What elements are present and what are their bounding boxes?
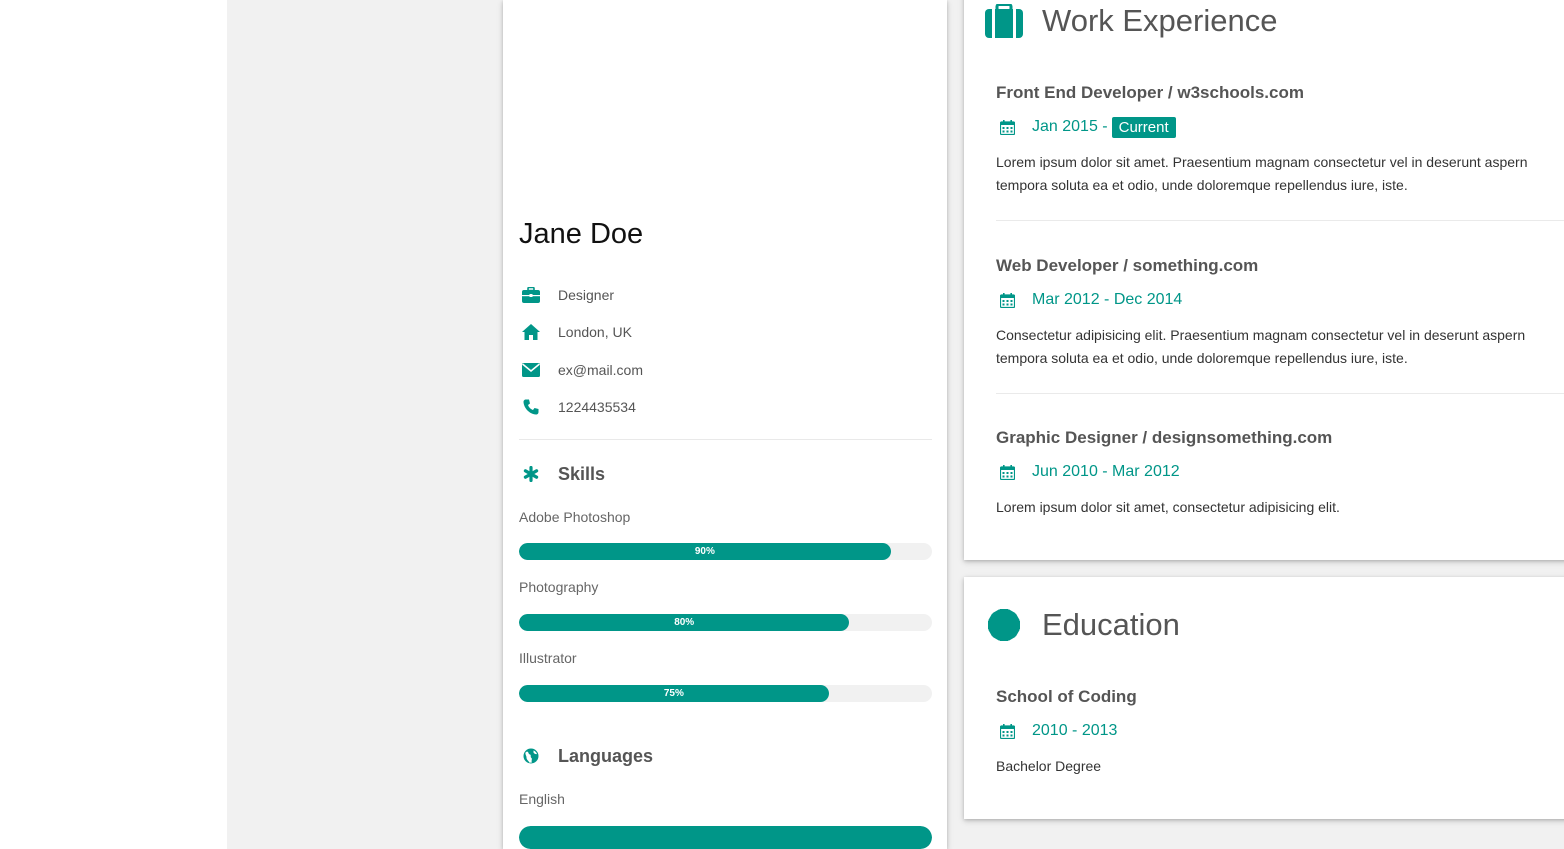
info-phone: 1224435534 [519,395,636,419]
language-bar [519,826,932,849]
skill-label: Adobe Photoshop [519,509,631,525]
education-entry: School of Coding 2010 - 2013 Bachelor De… [996,685,1564,778]
skill-bar: 75% [519,685,932,702]
calendar-icon [996,723,1018,739]
skill-bar: 90% [519,543,932,560]
education-card: Education School of Coding 2010 - 2013 B… [964,577,1564,819]
job-description-line: tempora soluta ea et odio, unde doloremq… [996,350,1408,366]
divider [519,439,932,440]
job-divider [996,393,1564,394]
skill-label: Illustrator [519,650,577,666]
skills-heading: Skills [519,461,605,487]
location-text: London, UK [558,324,632,340]
job-entry: Web Developer / something.com Mar 2012 -… [996,254,1564,370]
calendar-icon [996,292,1018,308]
skill-bar-fill: 75% [519,685,829,702]
calendar-icon [996,464,1018,480]
job-date-text: Jan 2015 - [1032,118,1108,135]
calendar-icon [996,119,1018,135]
info-email: ex@mail.com [519,358,643,382]
job-date-text: Mar 2012 - Dec 2014 [1032,291,1183,308]
job-description-line: Consectetur adipisicing elit. Praesentiu… [996,327,1526,343]
current-badge: Current [1111,116,1176,138]
languages-heading-label: Languages [558,745,654,766]
job-date: Jun 2010 - Mar 2012 [996,460,1564,484]
email-link[interactable]: ex@mail.com [558,362,643,378]
education-heading: Education [1042,607,1180,642]
info-location: London, UK [519,320,632,344]
phone-text: 1224435534 [558,399,636,415]
job-date: Jan 2015 - Current [996,115,1564,139]
info-job: Designer [519,283,614,307]
job-description-line: tempora soluta ea et odio, unde doloremq… [996,177,1408,193]
job-date-text: Jun 2010 - Mar 2012 [1032,463,1180,480]
language-bar-fill [519,826,932,849]
job-text: Designer [558,287,615,303]
envelope-icon [519,358,543,382]
suitcase-icon [984,1,1024,41]
asterisk-icon [519,462,543,486]
job-entry: Front End Developer / w3schools.com Jan … [996,81,1564,197]
education-description: Bachelor Degree [996,758,1102,774]
job-title: Front End Developer / w3schools.com [996,83,1304,102]
profile-card: Jane Doe Designer London, UK ex@mail.com… [503,0,947,849]
job-description: Consectetur adipisicing elit. Praesentiu… [996,324,1564,370]
work-experience-title: Work Experience [984,1,1277,41]
skill-bar-fill: 90% [519,543,891,560]
job-divider [996,220,1564,221]
job-description-line: Lorem ipsum dolor sit amet, consectetur … [996,499,1340,515]
job-description: Lorem ipsum dolor sit amet, consectetur … [996,496,1564,519]
job-entry: Graphic Designer / designsomething.com J… [996,426,1564,519]
work-experience-heading: Work Experience [1042,3,1278,38]
globe-icon [519,744,543,768]
job-date: Mar 2012 - Dec 2014 [996,288,1564,312]
education-date: 2010 - 2013 [996,719,1564,743]
job-description: Lorem ipsum dolor sit amet. Praesentium … [996,151,1564,197]
languages-heading: Languages [519,743,653,769]
education-title: Education [984,605,1180,645]
education-title-text: School of Coding [996,687,1137,706]
phone-icon [519,395,543,419]
job-title: Web Developer / something.com [996,256,1259,275]
education-date-text: 2010 - 2013 [1032,722,1118,739]
job-description-line: Lorem ipsum dolor sit amet. Praesentium … [996,154,1528,170]
briefcase-icon [519,283,543,307]
home-icon [519,320,543,344]
work-experience-card: Work Experience Front End Developer / w3… [964,0,1564,560]
profile-name: Jane Doe [519,218,644,250]
skill-label: Photography [519,579,599,595]
certificate-icon [984,605,1024,645]
skill-bar: 80% [519,614,932,631]
language-label: English [519,791,565,807]
skills-heading-label: Skills [558,463,606,484]
skill-bar-fill: 80% [519,614,850,631]
job-title: Graphic Designer / designsomething.com [996,428,1333,447]
